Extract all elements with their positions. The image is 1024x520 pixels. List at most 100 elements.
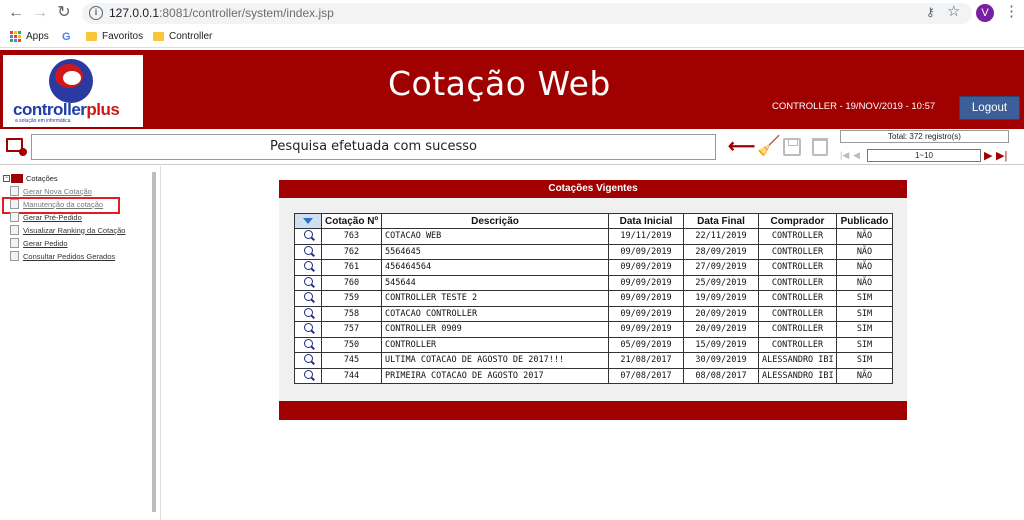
cell-data-final: 19/09/2019 [683,290,759,307]
magnifier-icon[interactable] [303,307,313,317]
table-row[interactable]: 762 5564645 09/09/2019 28/09/2019 CONTROLLER… [294,243,893,260]
view-cell[interactable] [294,274,322,291]
table-row[interactable]: 757 CONTROLLER 0909 09/09/2019 20/09/2019 CO… [294,321,893,338]
view-cell[interactable] [294,228,322,245]
cell-descricao: COTACAO WEB [381,228,609,245]
magnifier-icon[interactable] [303,245,313,255]
logo-swirl-icon [49,59,93,103]
trash-icon[interactable] [812,138,828,156]
save-icon[interactable] [783,138,801,156]
view-cell[interactable] [294,321,322,338]
cell-descricao: CONTROLLER TESTE 2 [381,290,609,307]
tree-root-cotacoes[interactable]: − Cotações [3,174,58,183]
col-header-comprador[interactable]: Comprador [758,213,837,229]
view-cell[interactable] [294,259,322,276]
prev-page-icon[interactable]: ◀ [853,150,860,161]
magnifier-icon[interactable] [303,230,313,240]
document-icon [10,225,19,235]
reload-icon[interactable]: ↻ [55,4,73,22]
broom-icon[interactable]: 🧹 [757,137,781,157]
folder-icon [153,32,164,41]
sidebar-item-consultar-pedidos[interactable]: Consultar Pedidos Gerados [10,251,115,261]
magnifier-icon[interactable] [303,276,313,286]
view-cell[interactable] [294,305,322,322]
info-icon[interactable]: i [89,6,103,20]
next-page-icon[interactable]: ▶ [984,149,992,162]
cell-publicado: SIM [836,352,893,369]
cell-numero: 750 [321,336,382,353]
google-icon[interactable]: G [62,31,71,43]
logout-button[interactable]: Logout [959,96,1020,120]
cell-data-inicial: 09/09/2019 [608,274,684,291]
folder-icon [11,174,23,183]
cell-data-final: 08/08/2017 [683,367,759,384]
bookmark-star-icon[interactable]: ☆ [947,2,960,20]
cell-publicado: NÃO [836,259,893,276]
sidebar-item-gerar-nova-cotacao[interactable]: Gerar Nova Cotação [10,186,92,196]
divider [0,164,1024,165]
table-row[interactable]: 761 456464564 09/09/2019 27/09/2019 CONTROLL… [294,259,893,276]
col-header-data-inicial[interactable]: Data Inicial [608,213,684,229]
view-cell[interactable] [294,352,322,369]
menu-dots-icon[interactable]: ⋮ [1004,3,1019,21]
view-cell[interactable] [294,336,322,353]
table-row[interactable]: 760 545644 09/09/2019 25/09/2019 CONTROLLER N… [294,274,893,291]
table-row[interactable]: 745 ULTIMA COTACAO DE AGOSTO DE 2017!!! 21… [294,352,893,369]
magnifier-icon[interactable] [303,261,313,271]
sort-column-header[interactable] [294,213,322,229]
cell-numero: 757 [321,321,382,338]
cell-comprador: CONTROLLER [758,290,837,307]
magnifier-icon[interactable] [303,338,313,348]
bookmark-favoritos[interactable]: Favoritos [86,31,143,42]
cell-data-final: 28/09/2019 [683,243,759,260]
total-records: Total: 372 registro(s) [840,130,1009,143]
status-message: Pesquisa efetuada com sucesso [31,134,716,160]
last-page-icon[interactable]: ▶| [996,149,1007,162]
cotacoes-table: Cotação Nº Descrição Data Inicial Data F… [294,213,893,384]
col-header-publicado[interactable]: Publicado [836,213,893,229]
bookmark-apps[interactable]: Apps [10,31,49,42]
cell-numero: 745 [321,352,382,369]
sidebar-scrollbar[interactable] [152,172,156,512]
cell-comprador: CONTROLLER [758,321,837,338]
view-cell[interactable] [294,290,322,307]
cell-data-inicial: 09/09/2019 [608,259,684,276]
table-row[interactable]: 750 CONTROLLER 05/09/2019 15/09/2019 CONTROL… [294,336,893,353]
cell-data-inicial: 09/09/2019 [608,243,684,260]
sidebar-item-gerar-pre-pedido[interactable]: Gerar Pré-Pedido [10,212,82,222]
cell-numero: 758 [321,305,382,322]
table-row[interactable]: 744 PRIMEIRA COTACAO DE AGOSTO 2017 07/08/… [294,367,893,384]
cell-data-inicial: 19/11/2019 [608,228,684,245]
cell-comprador: CONTROLLER [758,243,837,260]
col-header-descricao[interactable]: Descrição [381,213,609,229]
document-icon [10,186,19,196]
magnifier-icon[interactable] [303,323,313,333]
table-row[interactable]: 759 CONTROLLER TESTE 2 09/09/2019 19/09/201… [294,290,893,307]
browser-toolbar: ← → ↻ i 127.0.0.1:8081/controller/system… [0,0,1024,27]
sidebar-item-visualizar-ranking[interactable]: Visualizar Ranking da Cotação [10,225,125,235]
document-icon [10,212,19,222]
avatar[interactable]: V [976,4,994,22]
sidebar-item-gerar-pedido[interactable]: Gerar Pedido [10,238,68,248]
magnifier-icon[interactable] [303,292,313,302]
table-row[interactable]: 758 COTACAO CONTROLLER 09/09/2019 20/09/201… [294,305,893,322]
panel-title: Cotações Vigentes [279,180,907,198]
magnifier-icon[interactable] [303,354,313,364]
back-arrow-icon[interactable]: ⟵ [728,137,755,157]
collapse-icon[interactable]: − [3,175,10,182]
cell-data-inicial: 09/09/2019 [608,290,684,307]
col-header-data-final[interactable]: Data Final [683,213,759,229]
key-icon[interactable]: ⚷ [926,5,935,19]
bookmark-controller[interactable]: Controller [153,31,212,42]
cell-data-inicial: 09/09/2019 [608,321,684,338]
view-cell[interactable] [294,367,322,384]
address-bar[interactable]: i 127.0.0.1:8081/controller/system/index… [82,3,972,24]
forward-icon[interactable]: → [31,4,49,22]
magnifier-icon[interactable] [303,369,313,379]
back-icon[interactable]: ← [7,4,25,22]
first-page-icon[interactable]: |◀ [840,150,849,161]
view-cell[interactable] [294,243,322,260]
folder-close-icon[interactable] [6,138,27,156]
table-row[interactable]: 763 COTACAO WEB 19/11/2019 22/11/2019 CONTRO… [294,228,893,245]
col-header-numero[interactable]: Cotação Nº [321,213,382,229]
